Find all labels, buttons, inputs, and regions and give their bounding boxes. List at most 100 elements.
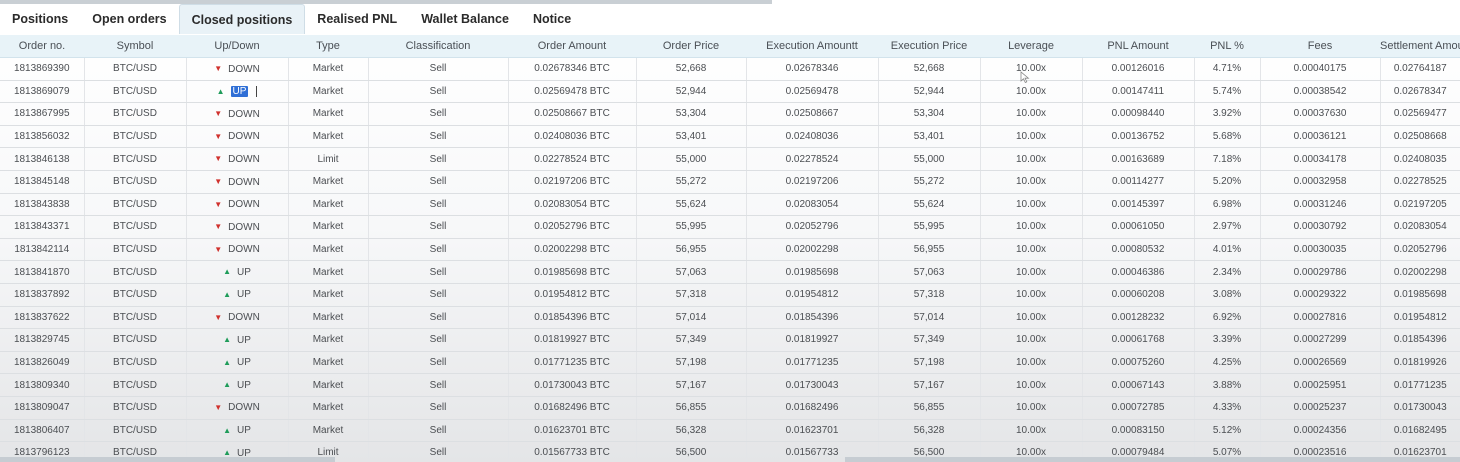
column-header-classification[interactable]: Classification (368, 35, 508, 58)
column-header-symbol[interactable]: Symbol (84, 35, 186, 58)
order-price-cell: 57,014 (636, 306, 747, 330)
column-header-order-amount[interactable]: Order Amount (508, 35, 636, 58)
execution-amount-cell: 0.01954812 (746, 283, 879, 307)
column-header-execution-amountt[interactable]: Execution Amountt (746, 35, 878, 58)
text-cursor-icon (256, 86, 258, 98)
pnl-percent-cell: 4.33% (1194, 396, 1261, 420)
pnl-percent-cell: 4.71% (1194, 57, 1261, 81)
table-row[interactable]: 1813842114 BTC/USD ▼ DOWN Market Sell 0.020022… (0, 238, 1460, 262)
settlement-amount-cell: 0.01771235 (1380, 373, 1460, 397)
order-no-cell: 1813829745 (0, 328, 85, 352)
execution-price-cell: 52,668 (878, 57, 981, 81)
table-row[interactable]: 1813856032 BTC/USD ▼ DOWN Market Sell 0.024080… (0, 125, 1460, 149)
pnl-percent-cell: 5.20% (1194, 170, 1261, 194)
order-no-cell: 1813867995 (0, 102, 85, 126)
up-arrow-icon: ▲ (223, 425, 231, 435)
order-price-cell: 57,198 (636, 351, 747, 375)
column-header-type[interactable]: Type (288, 35, 368, 58)
pnl-percent-cell: 5.12% (1194, 419, 1261, 443)
order-no-cell: 1813841870 (0, 260, 85, 284)
type-cell: Market (288, 57, 369, 81)
column-header-up-down[interactable]: Up/Down (186, 35, 288, 58)
table-row[interactable]: 1813843371 BTC/USD ▼ DOWN Market Sell 0.020527… (0, 215, 1460, 239)
table-row[interactable]: 1813809047 BTC/USD ▼ DOWN Market Sell 0.016824… (0, 396, 1460, 420)
column-header-pnl[interactable]: PNL % (1194, 35, 1260, 58)
execution-amount-cell: 0.02052796 (746, 215, 879, 239)
column-header-pnl-amount[interactable]: PNL Amount (1082, 35, 1194, 58)
direction-indicator: ▲ UP (223, 425, 251, 436)
classification-cell: Sell (368, 125, 509, 149)
tab-notice[interactable]: Notice (521, 4, 583, 34)
leverage-cell: 10.00x (980, 170, 1083, 194)
symbol-cell: BTC/USD (84, 373, 187, 397)
execution-amount-cell: 0.02569478 (746, 80, 879, 104)
order-amount-cell: 0.01985698 BTC (508, 260, 637, 284)
direction-cell: ▲ UP (186, 283, 289, 307)
execution-amount-cell: 0.01730043 (746, 373, 879, 397)
column-header-execution-price[interactable]: Execution Price (878, 35, 980, 58)
column-header-leverage[interactable]: Leverage (980, 35, 1082, 58)
order-amount-cell: 0.02678346 BTC (508, 57, 637, 81)
order-price-cell: 56,955 (636, 238, 747, 262)
pnl-amount-cell: 0.00067143 (1082, 373, 1195, 397)
table-row[interactable]: 1813809340 BTC/USD ▲ UP Market Sell 0.01730043… (0, 373, 1460, 397)
leverage-cell: 10.00x (980, 215, 1083, 239)
direction-cell: ▼ DOWN (186, 306, 289, 330)
tab-open-orders[interactable]: Open orders (80, 4, 178, 34)
horizontal-scrollbar-right[interactable] (845, 457, 1460, 462)
table-row[interactable]: 1813869079 BTC/USD ▲ UP Market Sell 0.02569478… (0, 80, 1460, 104)
classification-cell: Sell (368, 283, 509, 307)
settlement-amount-cell: 0.02764187 (1380, 57, 1460, 81)
execution-price-cell: 56,955 (878, 238, 981, 262)
direction-cell: ▼ DOWN (186, 215, 289, 239)
order-price-cell: 55,624 (636, 193, 747, 217)
settlement-amount-cell: 0.01854396 (1380, 328, 1460, 352)
column-header-fees[interactable]: Fees (1260, 35, 1380, 58)
tab-closed-positions[interactable]: Closed positions (178, 4, 306, 34)
column-header-settlement-amount[interactable]: Settlement Amount (1380, 35, 1460, 58)
column-header-order-price[interactable]: Order Price (636, 35, 746, 58)
symbol-cell: BTC/USD (84, 419, 187, 443)
classification-cell: Sell (368, 306, 509, 330)
table-row[interactable]: 1813867995 BTC/USD ▼ DOWN Market Sell 0.025086… (0, 102, 1460, 126)
order-price-cell: 56,328 (636, 419, 747, 443)
tab-wallet-balance[interactable]: Wallet Balance (409, 4, 521, 34)
pnl-amount-cell: 0.00046386 (1082, 260, 1195, 284)
table-row[interactable]: 1813845148 BTC/USD ▼ DOWN Market Sell 0.021972… (0, 170, 1460, 194)
pnl-amount-cell: 0.00163689 (1082, 147, 1195, 171)
closed-positions-table-container: Order no. Symbol Up/Down Type Classification… (0, 35, 1460, 462)
table-row[interactable]: 1813837622 BTC/USD ▼ DOWN Market Sell 0.018543… (0, 306, 1460, 330)
classification-cell: Sell (368, 193, 509, 217)
down-arrow-icon: ▼ (214, 109, 223, 119)
order-price-cell: 55,000 (636, 147, 747, 171)
classification-cell: Sell (368, 260, 509, 284)
closed-positions-table: Order no. Symbol Up/Down Type Classification… (0, 35, 1460, 462)
tab-realised-pnl[interactable]: Realised PNL (305, 4, 409, 34)
order-no-cell: 1813809340 (0, 373, 85, 397)
table-row[interactable]: 1813837892 BTC/USD ▲ UP Market Sell 0.01954812… (0, 283, 1460, 307)
tab-positions[interactable]: Positions (0, 4, 80, 34)
order-price-cell: 52,944 (636, 80, 747, 104)
table-row[interactable]: 1813826049 BTC/USD ▲ UP Market Sell 0.01771235… (0, 351, 1460, 375)
symbol-cell: BTC/USD (84, 328, 187, 352)
execution-price-cell: 57,349 (878, 328, 981, 352)
order-amount-cell: 0.02278524 BTC (508, 147, 637, 171)
pnl-percent-cell: 3.92% (1194, 102, 1261, 126)
settlement-amount-cell: 0.02197205 (1380, 193, 1460, 217)
table-row[interactable]: 1813829745 BTC/USD ▲ UP Market Sell 0.01819927… (0, 328, 1460, 352)
table-row[interactable]: 1813806407 BTC/USD ▲ UP Market Sell 0.01623701… (0, 419, 1460, 443)
table-row[interactable]: 1813843838 BTC/USD ▼ DOWN Market Sell 0.020830… (0, 193, 1460, 217)
execution-price-cell: 55,995 (878, 215, 981, 239)
direction-indicator: ▼ DOWN (214, 64, 260, 75)
pnl-percent-cell: 4.01% (1194, 238, 1261, 262)
horizontal-scrollbar-left[interactable] (0, 457, 335, 462)
direction-label: DOWN (228, 244, 260, 256)
direction-label: UP (237, 357, 251, 369)
table-row[interactable]: 1813841870 BTC/USD ▲ UP Market Sell 0.01985698… (0, 260, 1460, 284)
column-header-order-no[interactable]: Order no. (0, 35, 84, 58)
table-row[interactable]: 1813846138 BTC/USD ▼ DOWN Limit Sell 0.0227852… (0, 147, 1460, 171)
direction-label: UP (237, 425, 251, 437)
table-row[interactable]: 1813869390 BTC/USD ▼ DOWN Market Sell 0.026783… (0, 57, 1460, 81)
execution-amount-cell: 0.01854396 (746, 306, 879, 330)
direction-cell: ▲ UP (186, 351, 289, 375)
